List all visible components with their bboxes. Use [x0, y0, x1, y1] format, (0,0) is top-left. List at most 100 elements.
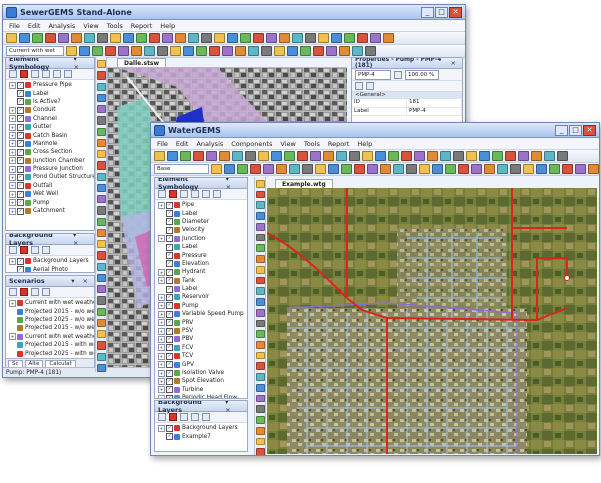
toolbar-button-icon[interactable] [505, 151, 516, 161]
properties-icon[interactable] [31, 288, 39, 296]
layout-tool-icon[interactable] [255, 212, 265, 220]
expand-icon[interactable]: + [158, 386, 165, 394]
layout-tool-icon[interactable] [96, 138, 106, 147]
toolbar-button-icon[interactable] [536, 164, 547, 174]
visibility-checkbox[interactable]: ✓ [17, 98, 24, 106]
toolbar-button-icon[interactable] [375, 151, 386, 161]
toolbar-button-icon[interactable] [370, 33, 381, 43]
toolbar-button-icon[interactable] [331, 33, 342, 43]
toolbar-button-icon[interactable] [362, 151, 373, 161]
expand-icon[interactable]: + [9, 106, 16, 114]
menu-file[interactable]: File [157, 140, 168, 148]
toolbar-button-icon[interactable] [253, 33, 264, 43]
visibility-checkbox[interactable]: ✓ [17, 182, 24, 190]
toolbar-button-icon[interactable] [484, 164, 495, 174]
layout-tool-icon[interactable] [96, 82, 106, 91]
delete-icon[interactable] [169, 190, 177, 198]
close-button[interactable]: ✕ [583, 124, 596, 136]
properties-element-combo[interactable]: PMP-4 [355, 69, 391, 80]
tree-item[interactable]: Projected 2015 - w/o wet [9, 324, 94, 332]
toolbar-button-icon[interactable] [349, 151, 360, 161]
layout-tool-icon[interactable] [96, 206, 106, 215]
layout-tool-icon[interactable] [255, 319, 265, 328]
layout-tool-icon[interactable] [96, 273, 106, 282]
tree-item[interactable]: ✓ Is Active? [9, 98, 94, 106]
toolbar-button-icon[interactable] [344, 33, 355, 43]
layout-tool-icon[interactable] [96, 240, 106, 249]
tree-item[interactable]: + ✓ Reservoir [158, 293, 247, 301]
scenario-combo[interactable]: Base [154, 164, 209, 174]
menu-edit[interactable]: Edit [28, 22, 41, 30]
visibility-checkbox[interactable]: ✓ [166, 335, 173, 343]
toolbar-button-icon[interactable] [227, 33, 238, 43]
visibility-checkbox[interactable]: ✓ [17, 257, 24, 265]
visibility-checkbox[interactable]: ✓ [17, 199, 24, 207]
visibility-checkbox[interactable]: ✓ [166, 319, 173, 327]
down-icon[interactable] [64, 70, 72, 78]
expand-icon[interactable]: + [9, 333, 16, 341]
layout-tool-icon[interactable] [96, 296, 106, 305]
toolbar-button-icon[interactable] [383, 33, 394, 43]
toolbar-button-icon[interactable] [149, 33, 160, 43]
scenario-combo[interactable]: Current with wet weather [6, 46, 64, 62]
toolbar-button-icon[interactable] [45, 33, 56, 43]
layout-tool-icon[interactable] [96, 105, 106, 114]
expand-icon[interactable]: + [158, 335, 165, 343]
menu-file[interactable]: File [9, 22, 20, 30]
layout-tool-icon[interactable] [96, 183, 106, 192]
down-icon[interactable] [213, 190, 221, 198]
expand-icon[interactable]: + [158, 369, 165, 377]
tree-item[interactable]: ✓ Label [9, 89, 94, 98]
toolbar-button-icon[interactable] [245, 151, 256, 161]
expand-icon[interactable]: + [9, 140, 16, 148]
visibility-checkbox[interactable]: ✓ [166, 424, 173, 432]
toolbar-button-icon[interactable] [341, 164, 352, 174]
tree-item[interactable]: + ✓ Pipe [158, 201, 247, 209]
toolbar-button-icon[interactable] [79, 46, 90, 56]
tree-item[interactable]: + ✓ Junction Chamber [9, 157, 94, 165]
expand-icon[interactable]: + [158, 235, 165, 243]
tree-item[interactable]: ✓ Diameter [158, 218, 247, 226]
visibility-checkbox[interactable]: ✓ [166, 394, 173, 398]
expand-icon[interactable]: + [158, 293, 165, 301]
toolbar-button-icon[interactable] [250, 164, 261, 174]
visibility-checkbox[interactable]: ✓ [166, 235, 173, 243]
tree-item[interactable]: Projected 2015 - with wet [9, 341, 94, 349]
sewergems-titlebar[interactable]: SewerGEMS Stand-Alone _ □ ✕ [3, 5, 465, 20]
tree-item[interactable]: ✓ Aerial Photo [9, 265, 94, 272]
toolbar-button-icon[interactable] [367, 164, 378, 174]
tree-item[interactable]: + ✓ Tank [158, 277, 247, 285]
layout-tool-icon[interactable] [96, 363, 106, 372]
toolbar-button-icon[interactable] [588, 164, 599, 174]
toolbar-button-icon[interactable] [287, 46, 298, 56]
layout-tool-icon[interactable] [255, 341, 265, 349]
tree-item[interactable]: + ✓ Hydrant [158, 268, 247, 276]
tree-item[interactable]: + ✓ Conduit [9, 106, 94, 114]
visibility-checkbox[interactable]: ✓ [166, 260, 173, 268]
tree-item[interactable]: + ✓ PRV [158, 318, 247, 327]
expand-icon[interactable]: + [158, 319, 165, 327]
tree-item[interactable]: + ✓ Pump [9, 198, 94, 207]
expand-icon[interactable]: + [9, 81, 16, 89]
toolbar-button-icon[interactable] [279, 33, 290, 43]
expand-icon[interactable]: + [158, 394, 165, 398]
layout-tool-icon[interactable] [96, 150, 106, 159]
toolbar-button-icon[interactable] [6, 33, 17, 43]
sort-icon[interactable] [355, 82, 363, 90]
up-icon[interactable] [53, 70, 61, 78]
close-button[interactable]: ✕ [449, 6, 462, 18]
toolbar-button-icon[interactable] [427, 151, 438, 161]
layout-tool-icon[interactable] [96, 60, 106, 69]
layout-tool-icon[interactable] [96, 228, 106, 237]
properties-icon[interactable] [31, 246, 39, 254]
new-icon[interactable] [158, 413, 166, 421]
toolbar-button-icon[interactable] [162, 33, 173, 43]
toolbar-button-icon[interactable] [440, 151, 451, 161]
tree-item[interactable]: + ✓ Cross Section [9, 148, 94, 156]
properties-zoom-combo[interactable]: 100.00 % [405, 69, 439, 80]
layout-tool-icon[interactable] [255, 276, 265, 285]
visibility-checkbox[interactable]: ✓ [17, 106, 24, 114]
tree-item[interactable]: + ✓ TCV [158, 352, 247, 360]
expand-icon[interactable]: + [9, 132, 16, 140]
toolbar-button-icon[interactable] [336, 151, 347, 161]
